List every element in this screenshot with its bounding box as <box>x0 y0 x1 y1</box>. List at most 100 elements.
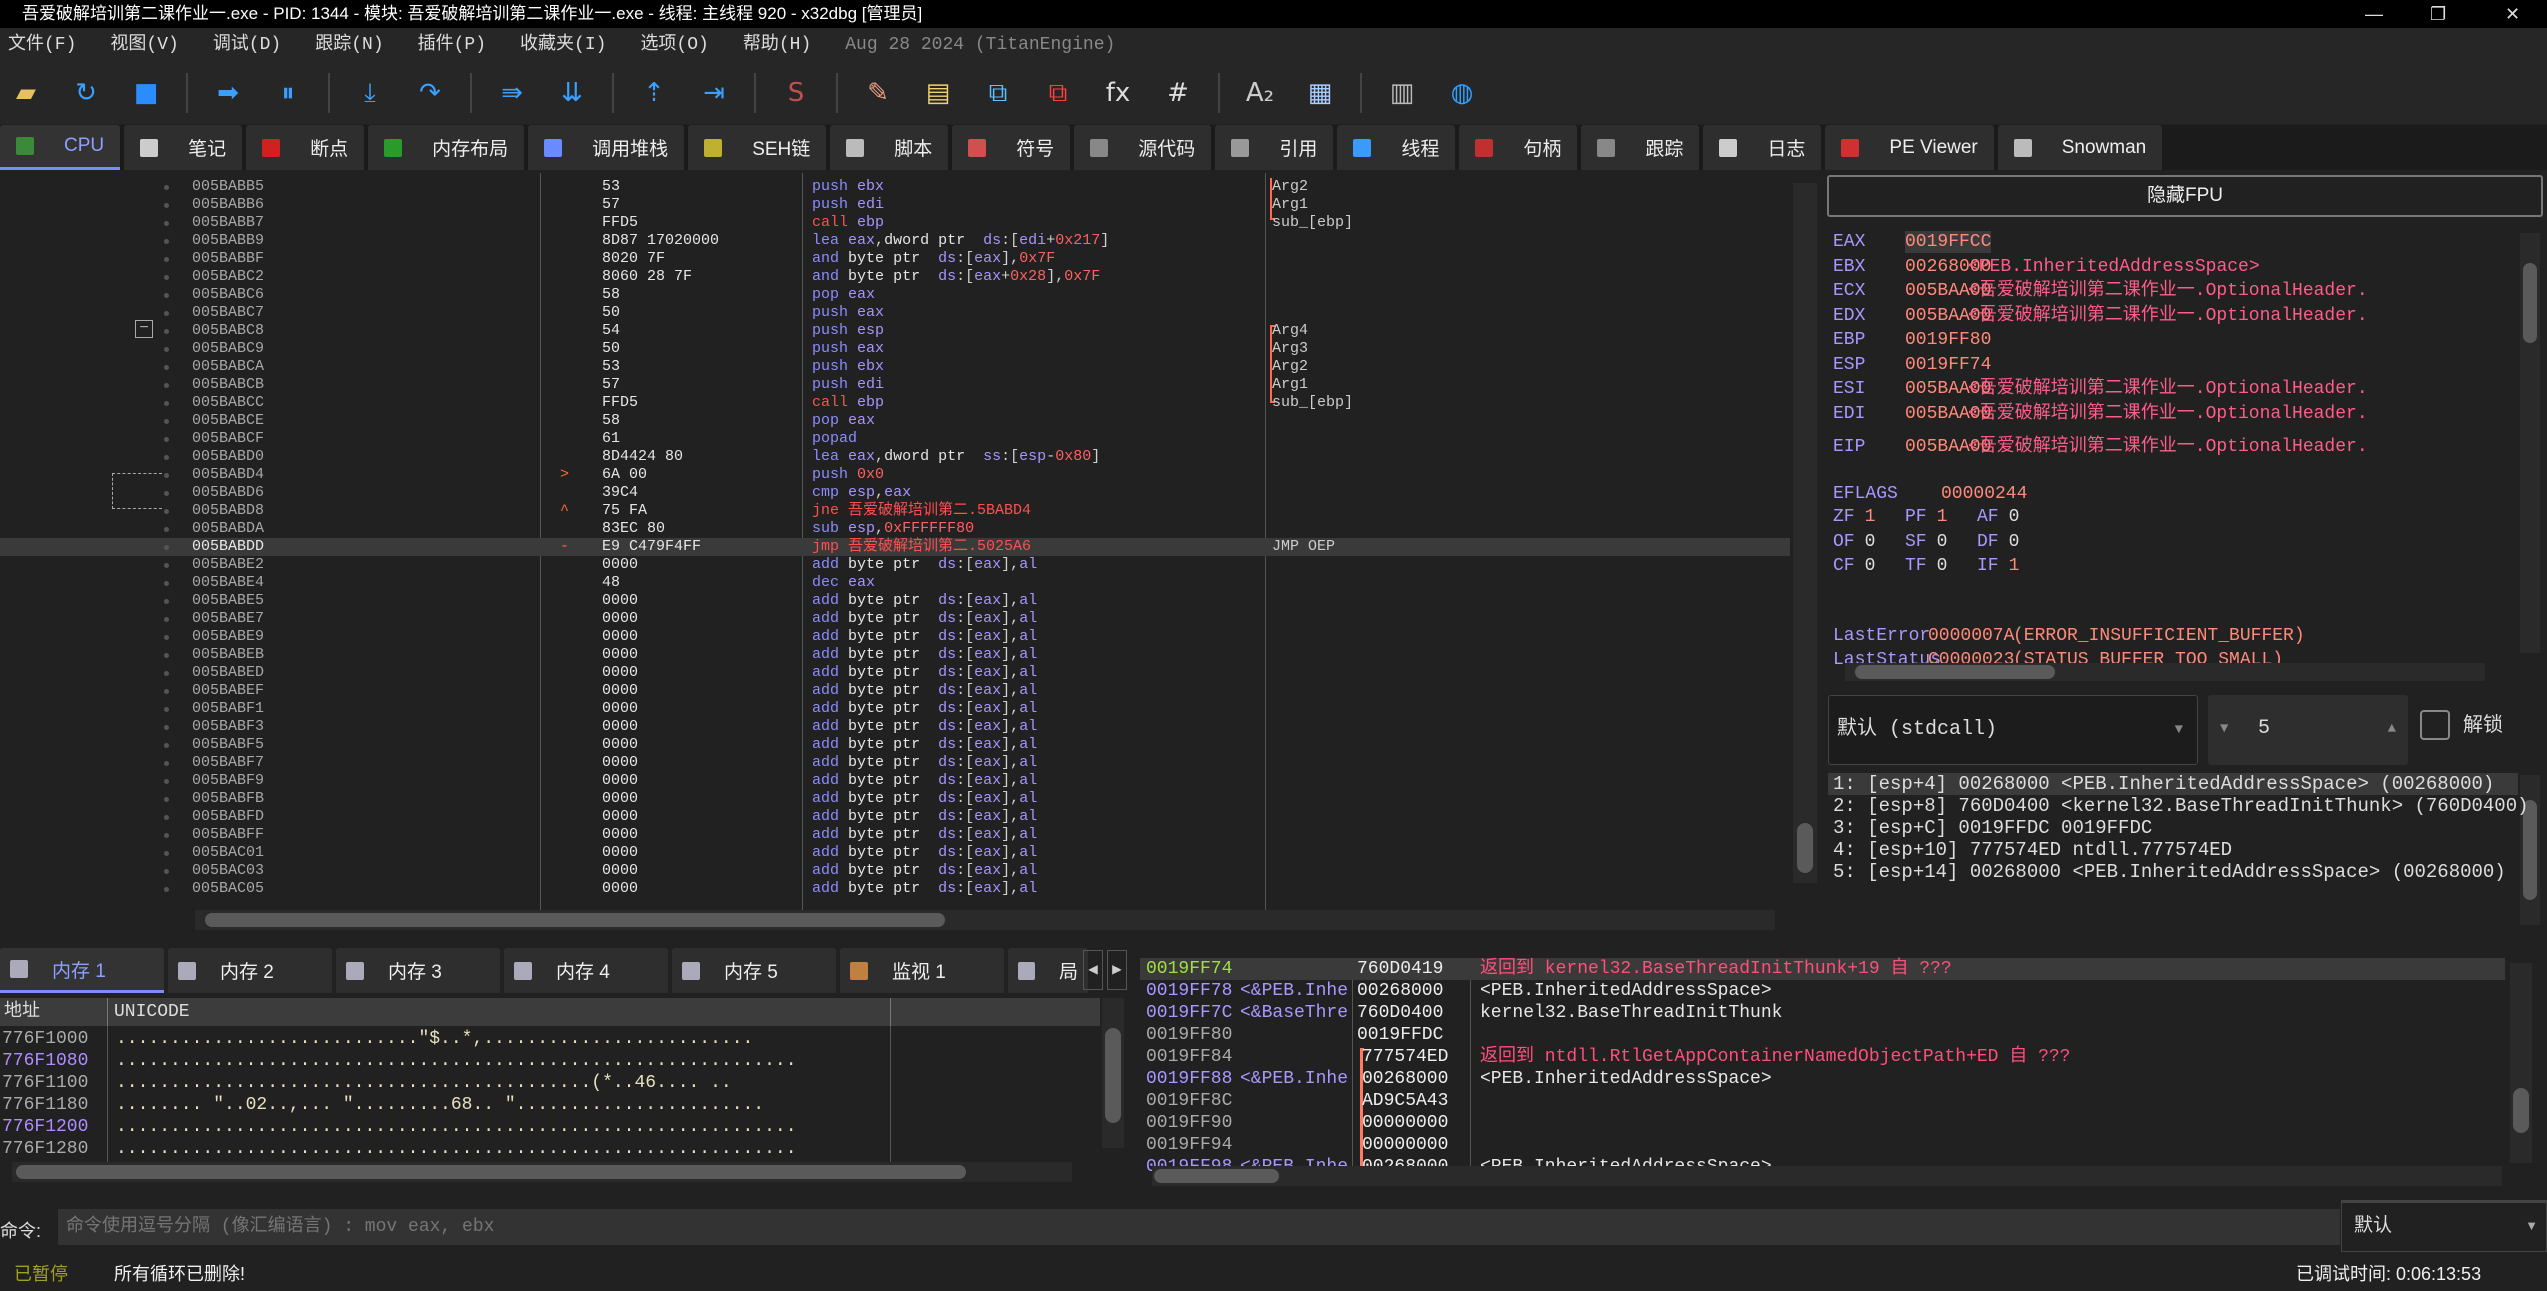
breakpoint-dot[interactable] <box>164 221 169 226</box>
hash-icon[interactable]: # <box>1158 73 1198 113</box>
breakpoint-dot[interactable] <box>164 761 169 766</box>
breakpoint-dot[interactable] <box>164 743 169 748</box>
tab-5[interactable]: SEH链 <box>688 125 827 170</box>
breakpoint-dot[interactable] <box>164 851 169 856</box>
functions-icon[interactable]: fx <box>1098 73 1138 113</box>
breakpoint-dot[interactable] <box>164 689 169 694</box>
disasm-row[interactable]: 005BABD4 >6A 00 push 0x0 <box>0 466 1790 484</box>
memory-icon[interactable]: ▥ <box>1382 73 1422 113</box>
open-icon[interactable]: ▰ <box>6 73 46 113</box>
breakpoint-dot[interactable] <box>164 653 169 658</box>
calling-convention-select[interactable]: 默认 (stdcall) ▼ <box>1828 695 2198 765</box>
tab-0[interactable]: CPU <box>0 125 121 170</box>
globe-icon[interactable]: ◍ <box>1442 73 1482 113</box>
menu-0[interactable]: 文件(F) <box>8 35 76 55</box>
stack-row[interactable]: 0019FF7C <&BaseThre 760D0400 kernel32.BaseT… <box>1140 1002 2505 1024</box>
flag[interactable]: DF 0 <box>1977 531 2019 553</box>
trace-over-icon[interactable]: ⇊ <box>552 73 592 113</box>
dump-row[interactable]: 776F1000 ............................"$..… <box>2 1028 753 1050</box>
dump-row[interactable]: 776F1280................................… <box>2 1138 797 1160</box>
flag[interactable]: OF 0 <box>1833 531 1875 553</box>
disasm-row[interactable]: 005BABCB 57 push edi Arg1 <box>0 376 1790 394</box>
dump-row[interactable]: 776F1200................................… <box>2 1116 797 1138</box>
tab-12[interactable]: 跟踪 <box>1581 125 1700 170</box>
dump-tab-6[interactable]: 局 <box>1008 948 1088 993</box>
menu-5[interactable]: 收藏夹(I) <box>520 35 606 55</box>
call-arg-row[interactable]: 2: [esp+8] 760D0400 <kernel32.BaseThread… <box>1828 795 2529 817</box>
breakpoint-dot[interactable] <box>164 329 169 334</box>
breakpoint-dot[interactable] <box>164 617 169 622</box>
disasm-row[interactable]: 005BABF3 0000 add byte ptr ds:[eax],al <box>0 718 1790 736</box>
disasm-row[interactable]: 005BABF5 0000 add byte ptr ds:[eax],al <box>0 736 1790 754</box>
dump-tab-4[interactable]: 内存 5 <box>672 948 836 993</box>
menu-4[interactable]: 插件(P) <box>418 35 486 55</box>
tab-3[interactable]: 内存布局 <box>368 125 525 170</box>
step-over-icon[interactable]: ↷ <box>410 73 450 113</box>
command-input[interactable] <box>58 1209 2340 1245</box>
trace-into-icon[interactable]: ⇛ <box>492 73 532 113</box>
calculator-icon[interactable]: ▦ <box>1300 73 1340 113</box>
menu-1[interactable]: 视图(V) <box>110 35 178 55</box>
dump-tab-5[interactable]: 监视 1 <box>840 948 1004 993</box>
stack-row[interactable]: 0019FF8C AD9C5A43 <box>1140 1090 2505 1112</box>
patch-icon[interactable]: ✎ <box>858 73 898 113</box>
command-mode-select[interactable]: 默认 ▼ <box>2341 1200 2547 1252</box>
bookmarks-icon[interactable]: ⧉ <box>1038 73 1078 113</box>
run-to-user-code-icon[interactable]: ⇥ <box>694 73 734 113</box>
flag[interactable]: TF 0 <box>1905 555 1947 577</box>
argument-count-spinner[interactable]: ▼ 5 ▲ <box>2208 695 2408 765</box>
breakpoint-dot[interactable] <box>164 833 169 838</box>
disasm-row[interactable]: 005BAC05 0000 add byte ptr ds:[eax],al <box>0 880 1790 898</box>
menu-3[interactable]: 跟踪(N) <box>315 35 383 55</box>
disasm-row[interactable]: 005BABCC FFD5 call ebp sub_[ebp] <box>0 394 1790 412</box>
disasm-row[interactable]: 005BABB9 8D87 17020000 lea eax,dword ptr d… <box>0 232 1790 250</box>
breakpoint-dot[interactable] <box>164 527 169 532</box>
tab-scroll-left-button[interactable]: ◀ <box>1083 950 1103 990</box>
breakpoint-dot[interactable] <box>164 869 169 874</box>
flag[interactable]: CF 0 <box>1833 555 1875 577</box>
register-value[interactable]: 00000244 <box>1941 483 2027 505</box>
restart-icon[interactable]: ↻ <box>66 73 106 113</box>
tab-14[interactable]: PE Viewer <box>1825 125 1994 170</box>
tab-11[interactable]: 句柄 <box>1459 125 1578 170</box>
pause-icon[interactable]: ⏸ <box>268 73 308 113</box>
breakpoint-dot[interactable] <box>164 707 169 712</box>
disasm-row[interactable]: 005BABD6 39C4 cmp esp,eax <box>0 484 1790 502</box>
labels-icon[interactable]: ⧉ <box>978 73 1018 113</box>
disasm-row[interactable]: 005BABC2 8060 28 7F and byte ptr ds:[eax+0… <box>0 268 1790 286</box>
tab-9[interactable]: 引用 <box>1215 125 1334 170</box>
registers-horizontal-scrollbar[interactable] <box>1845 663 2485 681</box>
disasm-row[interactable]: 005BAC03 0000 add byte ptr ds:[eax],al <box>0 862 1790 880</box>
breakpoint-dot[interactable] <box>164 545 169 550</box>
disasm-row[interactable]: 005BABE7 0000 add byte ptr ds:[eax],al <box>0 610 1790 628</box>
breakpoint-dot[interactable] <box>164 779 169 784</box>
flag[interactable]: PF 1 <box>1905 506 1947 528</box>
run-icon[interactable]: ➡ <box>208 73 248 113</box>
dump-row[interactable]: 776F1100................................… <box>2 1072 732 1094</box>
register-value[interactable]: 0019FFCC <box>1905 231 1992 253</box>
disasm-row[interactable]: 005BABCF 61 popad <box>0 430 1790 448</box>
call-arg-row[interactable]: 5: [esp+14] 00268000 <PEB.InheritedAddre… <box>1828 861 2518 883</box>
flag[interactable]: SF 0 <box>1905 531 1947 553</box>
disasm-row[interactable]: 005BABFD 0000 add byte ptr ds:[eax],al <box>0 808 1790 826</box>
breakpoint-dot[interactable] <box>164 509 169 514</box>
dump-tab-3[interactable]: 内存 4 <box>504 948 668 993</box>
disasm-row[interactable]: 005BAC01 0000 add byte ptr ds:[eax],al <box>0 844 1790 862</box>
tab-6[interactable]: 脚本 <box>830 125 949 170</box>
disasm-row[interactable]: 005BABD8 ^ 75 FA jne 吾爱破解培训第二.5BABD4 <box>0 502 1790 520</box>
disasm-row[interactable]: 005BABC6 58 pop eax <box>0 286 1790 304</box>
breakpoint-dot[interactable] <box>164 293 169 298</box>
disasm-row[interactable]: 005BABE5 0000 add byte ptr ds:[eax],al <box>0 592 1790 610</box>
disasm-row[interactable]: 005BABC7 50 push eax <box>0 304 1790 322</box>
menu-2[interactable]: 调试(D) <box>213 35 281 55</box>
breakpoint-dot[interactable] <box>164 815 169 820</box>
register-value[interactable]: 0019FF74 <box>1905 354 1991 376</box>
disasm-row[interactable]: 005BABED 0000 add byte ptr ds:[eax],al <box>0 664 1790 682</box>
unlock-checkbox[interactable] <box>2420 710 2450 740</box>
stop-icon[interactable]: ■ <box>126 73 166 113</box>
disasm-row[interactable]: 005BABB7 FFD5 call ebp sub_[ebp] <box>0 214 1790 232</box>
scylla-icon[interactable]: S <box>776 73 816 113</box>
flag[interactable]: AF 0 <box>1977 506 2019 528</box>
disasm-horizontal-scrollbar[interactable] <box>195 910 1775 930</box>
dump-row[interactable]: 776F1080................................… <box>2 1050 797 1072</box>
